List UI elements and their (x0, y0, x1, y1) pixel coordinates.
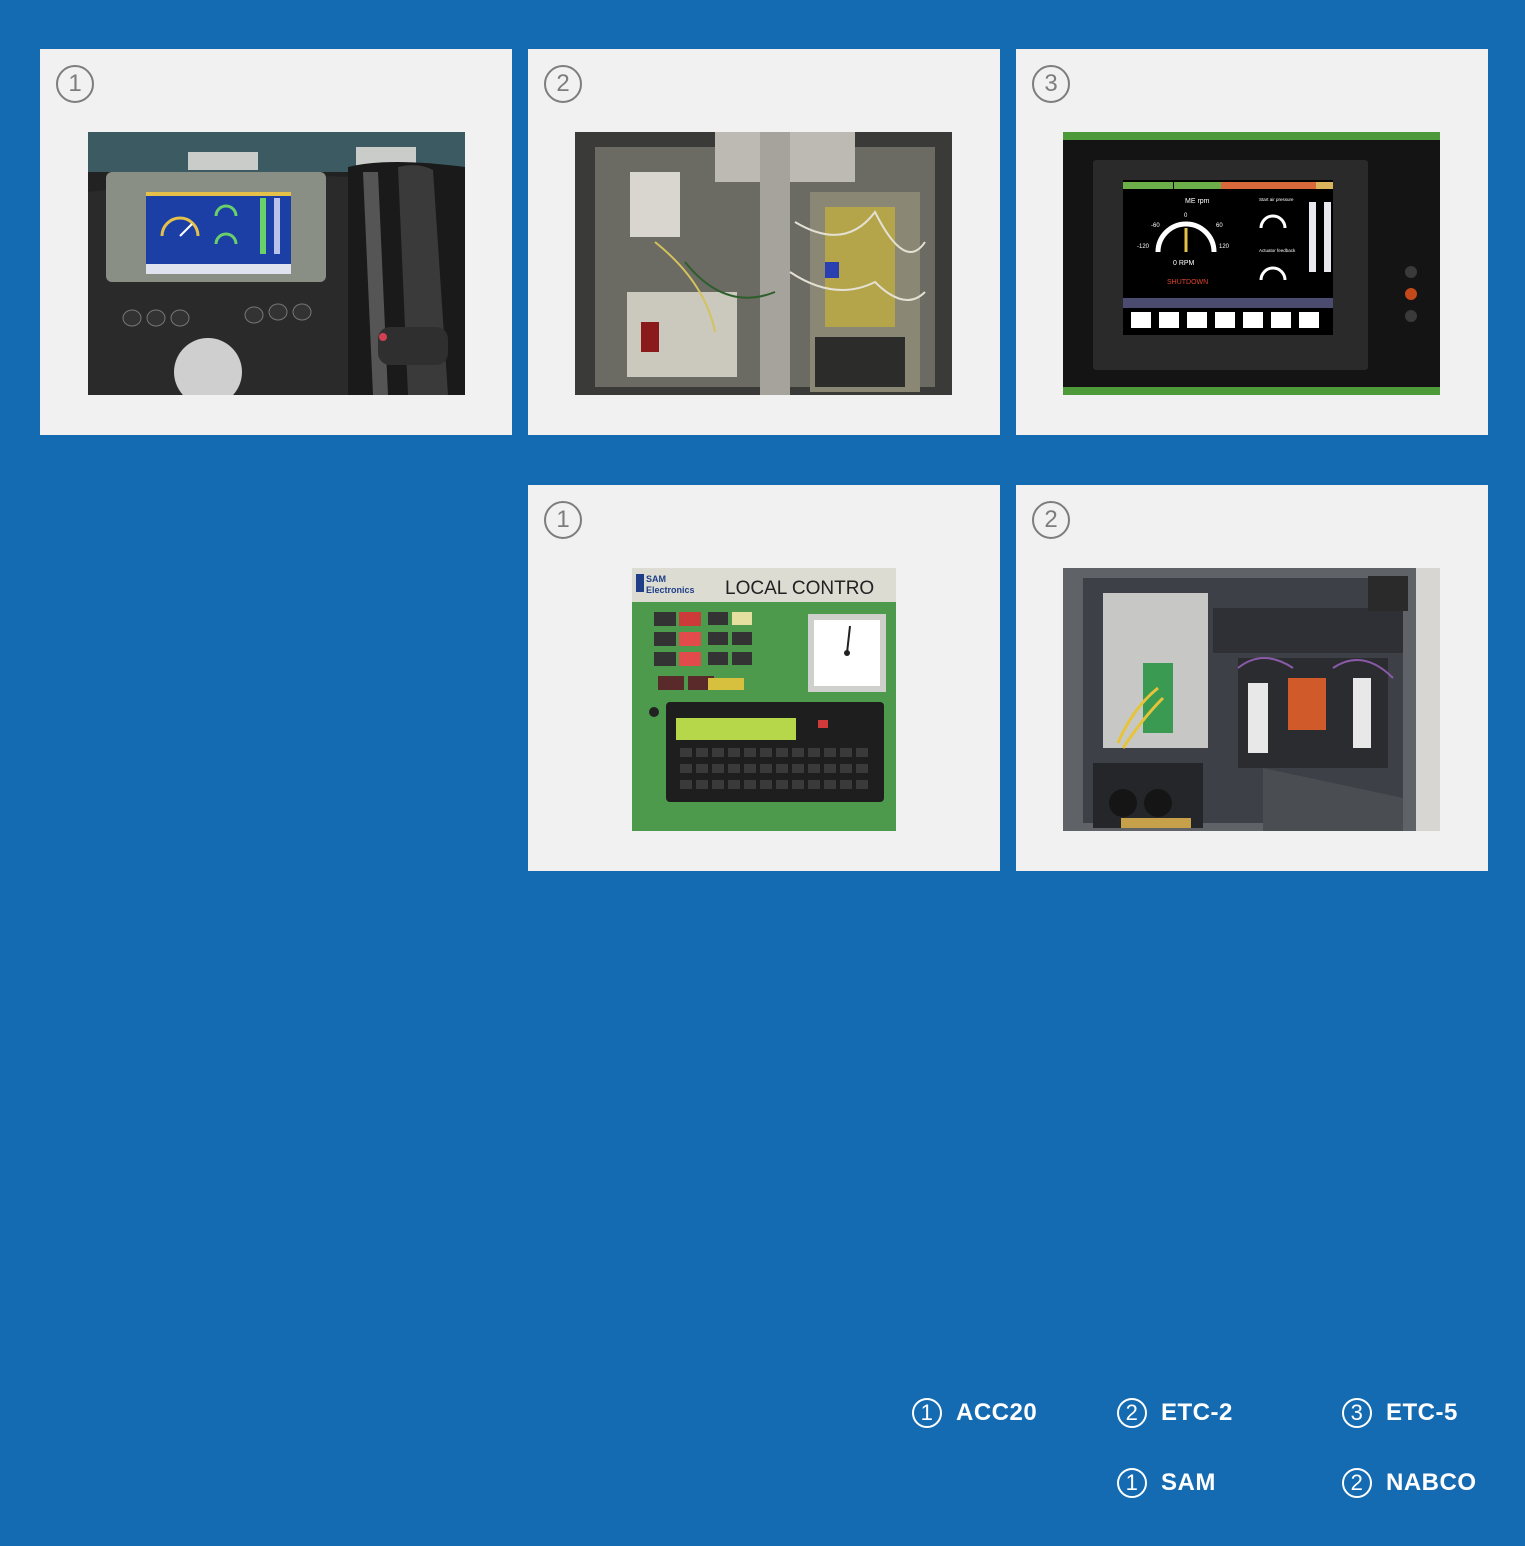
legend-label: ETC-5 (1386, 1399, 1458, 1426)
number-badge: 1 (56, 65, 94, 103)
legend-label: NABCO (1386, 1469, 1477, 1496)
sam-local-control-photo: SAM Electronics LOCAL CONTRO (632, 568, 896, 831)
number-badge: 2 (1032, 501, 1070, 539)
svg-text:-120: -120 (1137, 244, 1150, 250)
svg-text:120: 120 (1219, 244, 1230, 250)
etc5-display-photo: ME rpm -120 -60 0 60 120 0 RPM SHUTDOWN … (1063, 132, 1440, 395)
number-badge: 2 (544, 65, 582, 103)
legend-label: ETC-2 (1161, 1399, 1233, 1426)
svg-text:Electronics: Electronics (646, 585, 695, 595)
svg-text:ME rpm: ME rpm (1185, 198, 1210, 205)
legend-number: 3 (1342, 1398, 1372, 1428)
svg-text:Actuator feedback: Actuator feedback (1259, 248, 1296, 253)
legend-item-nabco: 2 NABCO (1342, 1468, 1477, 1498)
legend-number: 2 (1342, 1468, 1372, 1498)
svg-text:-60: -60 (1151, 223, 1160, 229)
number-badge: 3 (1032, 65, 1070, 103)
legend-item-etc5: 3 ETC-5 (1342, 1398, 1458, 1428)
legend-number: 2 (1117, 1398, 1147, 1428)
svg-text:SAM: SAM (646, 574, 666, 584)
photo-card-nabco: 2 (1016, 485, 1488, 871)
number-badge: 1 (544, 501, 582, 539)
photo-card-etc2: 2 (528, 49, 1000, 435)
legend-number: 1 (1117, 1468, 1147, 1498)
legend-number: 1 (912, 1398, 942, 1428)
legend-item-etc2: 2 ETC-2 (1117, 1398, 1233, 1428)
photo-card-acc20: 1 (40, 49, 512, 435)
legend-item-acc20: 1 ACC20 (912, 1398, 1037, 1428)
svg-text:60: 60 (1216, 223, 1223, 229)
acc20-control-panel-photo (88, 132, 465, 395)
photo-card-sam: 1 SAM Electronics LOCAL CONTRO (528, 485, 1000, 871)
svg-text:0 RPM: 0 RPM (1173, 260, 1195, 267)
legend-label: SAM (1161, 1469, 1216, 1496)
svg-text:LOCAL CONTRO: LOCAL CONTRO (725, 578, 874, 599)
nabco-cabinet-photo (1063, 568, 1440, 831)
svg-text:Start air pressure: Start air pressure (1259, 197, 1294, 202)
svg-text:SHUTDOWN: SHUTDOWN (1167, 279, 1208, 286)
etc2-cabinet-photo (575, 132, 952, 395)
legend-item-sam: 1 SAM (1117, 1468, 1216, 1498)
legend-label: ACC20 (956, 1399, 1038, 1426)
photo-card-etc5: 3 ME rpm -120 -60 0 60 120 0 RPM SHUTDOW… (1016, 49, 1488, 435)
